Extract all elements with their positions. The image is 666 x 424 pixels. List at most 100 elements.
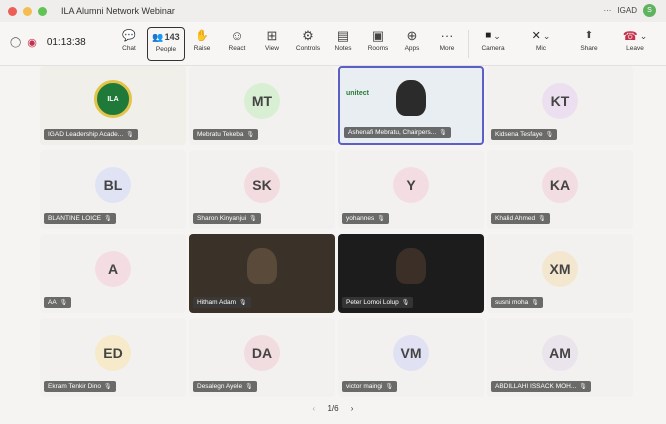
rooms-label: Rooms: [367, 45, 389, 52]
apps-button[interactable]: ⊕ Apps: [393, 27, 431, 61]
participant-avatar: Y: [393, 166, 429, 203]
participant-name-label: Khalid Ahmed 🎙: [491, 213, 550, 224]
participant-name: Khalid Ahmed: [495, 215, 536, 222]
participant-tile[interactable]: A AA 🎙: [40, 234, 186, 313]
leave-label: Leave: [626, 45, 644, 52]
participant-name: BLANTINE LOICE: [48, 215, 102, 222]
notes-button[interactable]: ▤ Notes: [324, 27, 362, 61]
mic-muted-icon: 🎙: [104, 216, 112, 222]
people-button[interactable]: 👥 143 People: [147, 27, 185, 61]
mic-muted-icon: 🎙: [103, 384, 112, 390]
mic-label: Mic: [535, 45, 547, 52]
participant-name-label: BLANTINE LOICE 🎙: [44, 213, 116, 224]
controls-button[interactable]: ⚙ Controls: [289, 27, 327, 61]
mic-muted-icon: 🎙: [545, 132, 554, 138]
organization-logo: ILA: [94, 80, 132, 119]
raise-label: Raise: [193, 45, 211, 52]
participant-name: Ashenafi Mebratu, Chairpers...: [348, 129, 437, 136]
people-count: 143: [164, 32, 180, 42]
participant-tile[interactable]: Peter Lomoi Lolup 🎙: [338, 234, 484, 313]
participant-name-label: susni moha 🎙: [491, 297, 543, 308]
more-icon: ···: [440, 28, 454, 43]
view-button[interactable]: ⊞ View: [253, 27, 291, 61]
participant-tile[interactable]: Hitham Adam 🎙: [189, 234, 335, 313]
rooms-button[interactable]: ▣ Rooms: [359, 27, 397, 61]
people-icon: 👥: [152, 32, 164, 42]
more-button[interactable]: ··· More: [428, 27, 466, 61]
participant-tile[interactable]: BL BLANTINE LOICE 🎙: [40, 150, 186, 229]
mic-muted-icon: 🎙: [538, 216, 546, 222]
pagination: ‹ 1/6 ›: [0, 404, 666, 413]
participant-tile[interactable]: KT Kidsena Tesfaye 🎙: [487, 66, 633, 145]
participant-avatar: AM: [542, 334, 578, 371]
participant-tile[interactable]: ED Ekram Tenkir Dino 🎙: [40, 318, 186, 397]
participant-tile[interactable]: VM victor maingi 🎙: [338, 318, 484, 397]
maximize-window-button[interactable]: [38, 6, 47, 16]
participant-name-label: Mebratu Tekeba 🎙: [193, 129, 259, 140]
participant-name: Kidsena Tesfaye: [495, 131, 543, 138]
participant-name: Desalegn Ayele: [197, 383, 243, 390]
mic-muted-icon: 🎙: [401, 300, 410, 306]
next-page-button[interactable]: ›: [351, 404, 354, 413]
meeting-toolbar: ◯ ◉ 01:13:38 💬 Chat 👥 143 People ✋ Raise…: [0, 22, 666, 66]
more-options-button[interactable]: ···: [603, 6, 611, 15]
mic-muted-icon: 🎙: [579, 384, 587, 390]
participant-name-label: yohannes 🎙: [342, 213, 389, 224]
window-titlebar: ILA Alumni Network Webinar ··· IGAD S: [0, 0, 666, 22]
participant-tile[interactable]: Yyohannes 🎙: [338, 150, 484, 229]
participant-name-label: AA 🎙: [44, 297, 72, 308]
chevron-down-icon[interactable]: ⌄: [493, 27, 501, 45]
participant-tile[interactable]: XM susni moha 🎙: [487, 234, 633, 313]
minimize-window-button[interactable]: [23, 6, 32, 16]
chat-label: Chat: [122, 45, 136, 52]
participant-name: Mebratu Tekeba: [197, 131, 244, 138]
chevron-down-icon[interactable]: ⌄: [640, 27, 648, 45]
video-feed: [396, 247, 426, 284]
share-label: Share: [580, 45, 598, 52]
participant-avatar: SK: [244, 166, 280, 203]
mic-muted-icon: 🎙: [531, 300, 539, 306]
participant-name-label: Ekram Tenkir Dino 🎙: [44, 381, 116, 392]
participant-tile[interactable]: AM ABDILLAHI ISSACK MOH... 🎙: [487, 318, 633, 397]
participant-tile[interactable]: SK Sharon Kinyanjui 🎙: [189, 150, 335, 229]
participant-tile[interactable]: KA Khalid Ahmed 🎙: [487, 150, 633, 229]
account-avatar[interactable]: S: [643, 4, 656, 17]
participant-name: victor maingi: [346, 383, 383, 390]
share-icon: ⬆: [584, 30, 594, 41]
hand-icon: ✋: [195, 30, 209, 42]
participant-tile[interactable]: unitect Ashenafi Mebratu, Chairpers... 🎙: [338, 66, 484, 145]
mic-muted-icon: 🎙: [126, 132, 134, 138]
apps-label: Apps: [404, 45, 420, 52]
participant-tile[interactable]: ILA IGAD Leadership Acade... 🎙: [40, 66, 186, 145]
participant-tile[interactable]: DA Desalegn Ayele 🎙: [189, 318, 335, 397]
video-banner-text: unitect: [346, 90, 369, 97]
leave-button[interactable]: ☎ ⌄ Leave: [616, 27, 654, 61]
previous-page-button[interactable]: ‹: [313, 404, 316, 413]
raise-hand-button[interactable]: ✋ Raise: [183, 27, 221, 61]
share-button[interactable]: ⬆ Share: [570, 27, 608, 61]
chat-button[interactable]: 💬 Chat: [110, 27, 148, 61]
chevron-down-icon[interactable]: ⌄: [543, 27, 551, 45]
people-label: People: [155, 46, 177, 53]
account-name[interactable]: IGAD: [617, 6, 637, 15]
meeting-timer: 01:13:38: [46, 37, 86, 48]
participant-avatar: XM: [542, 250, 578, 287]
participant-name-label: ABDILLAHI ISSACK MOH... 🎙: [491, 381, 591, 392]
participant-avatar: KT: [542, 82, 578, 119]
participant-name-label: Hitham Adam 🎙: [193, 297, 251, 308]
participant-avatar: A: [95, 250, 131, 287]
participant-name: Sharon Kinyanjui: [197, 215, 247, 222]
camera-button[interactable]: ■ ⌄ Camera: [474, 27, 512, 61]
chat-icon: 💬: [122, 30, 136, 42]
shield-icon[interactable]: ◯: [10, 37, 21, 48]
mic-muted-icon: 🎙: [239, 300, 247, 306]
participant-name: IGAD Leadership Acade...: [48, 131, 124, 138]
participant-name: Peter Lomoi Lolup: [346, 299, 399, 306]
participant-tile[interactable]: MT Mebratu Tekeba 🎙: [189, 66, 335, 145]
react-button[interactable]: ☺ React: [218, 27, 256, 61]
participant-name-label: Peter Lomoi Lolup 🎙: [342, 297, 414, 308]
close-window-button[interactable]: [8, 6, 17, 16]
video-feed: [247, 247, 277, 284]
mic-muted-icon: 🎙: [439, 130, 447, 136]
mic-button[interactable]: ✕ ⌄ Mic: [522, 27, 560, 61]
